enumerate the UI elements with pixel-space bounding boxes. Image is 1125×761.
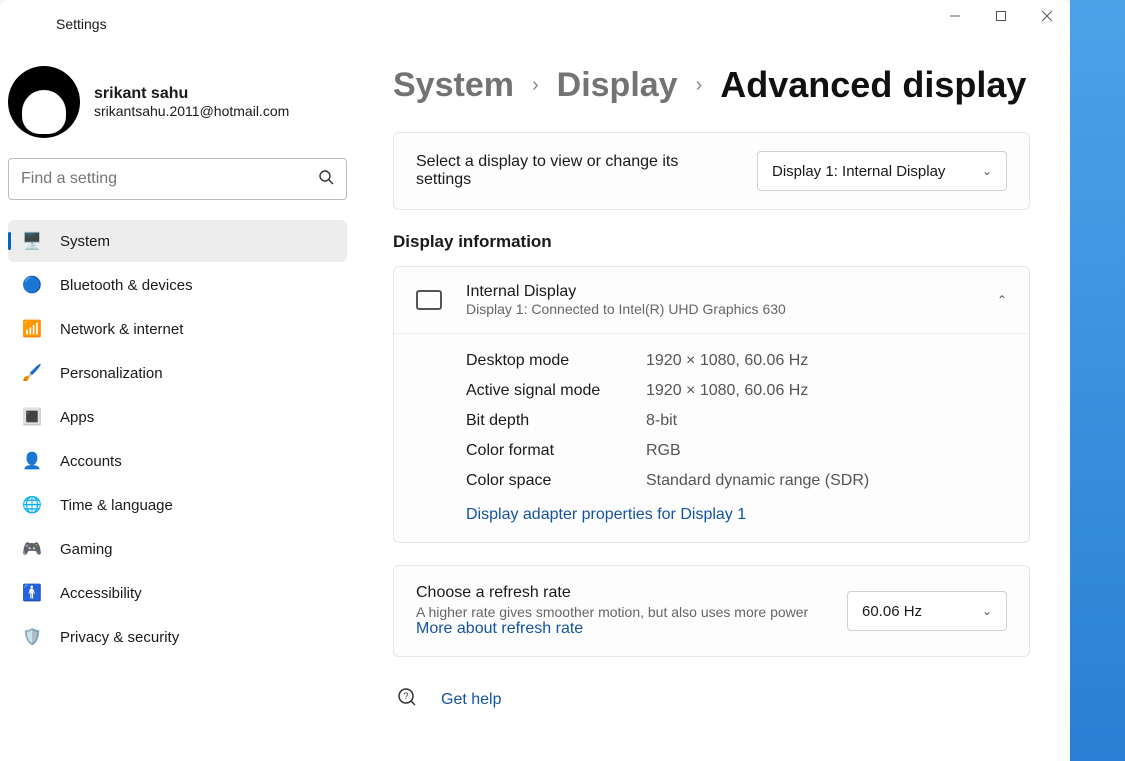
nav-icon: 🚹 [22, 583, 42, 603]
nav-icon: 🌐 [22, 495, 42, 515]
refresh-rate-value: 60.06 Hz [862, 603, 922, 620]
spec-key: Desktop mode [466, 352, 646, 370]
nav-label: Time & language [60, 497, 173, 514]
minimize-button[interactable] [932, 0, 978, 32]
nav-icon: 📶 [22, 319, 42, 339]
nav-item-system[interactable]: 🖥️ System [8, 220, 347, 262]
nav-label: System [60, 233, 110, 250]
nav-item-gaming[interactable]: 🎮 Gaming [8, 528, 347, 570]
spec-value: 1920 × 1080, 60.06 Hz [646, 382, 808, 400]
nav-label: Bluetooth & devices [60, 277, 193, 294]
maximize-button[interactable] [978, 0, 1024, 32]
nav-item-accessibility[interactable]: 🚹 Accessibility [8, 572, 347, 614]
chevron-up-icon: ⌃ [997, 293, 1007, 307]
search-input[interactable] [21, 170, 318, 188]
spec-row: Desktop mode1920 × 1080, 60.06 Hz [466, 346, 1007, 376]
spec-key: Bit depth [466, 412, 646, 430]
nav-item-personalization[interactable]: 🖌️ Personalization [8, 352, 347, 394]
nav-item-accounts[interactable]: 👤 Accounts [8, 440, 347, 482]
nav-label: Gaming [60, 541, 113, 558]
refresh-title: Choose a refresh rate [416, 584, 826, 602]
nav-label: Network & internet [60, 321, 183, 338]
refresh-description: A higher rate gives smoother motion, but… [416, 604, 826, 638]
nav-icon: 👤 [22, 451, 42, 471]
refresh-more-link[interactable]: More about refresh rate [416, 620, 583, 638]
section-heading: Display information [393, 232, 1030, 252]
nav-icon: 🖌️ [22, 363, 42, 383]
nav-icon: 🛡️ [22, 627, 42, 647]
spec-key: Active signal mode [466, 382, 646, 400]
display-select-dropdown[interactable]: Display 1: Internal Display ⌄ [757, 151, 1007, 191]
spec-key: Color space [466, 472, 646, 490]
nav-label: Accounts [60, 453, 122, 470]
spec-value: Standard dynamic range (SDR) [646, 472, 869, 490]
spec-row: Bit depth8-bit [466, 406, 1007, 436]
spec-value: RGB [646, 442, 681, 460]
chevron-down-icon: ⌄ [982, 164, 992, 178]
nav-label: Privacy & security [60, 629, 179, 646]
monitor-icon [416, 290, 442, 310]
get-help-row: ? Get help [393, 679, 1030, 720]
spec-value: 8-bit [646, 412, 677, 430]
adapter-properties-link[interactable]: Display adapter properties for Display 1 [466, 506, 746, 524]
nav-icon: 🖥️ [22, 231, 42, 251]
display-info-header[interactable]: Internal Display Display 1: Connected to… [394, 267, 1029, 334]
avatar [8, 66, 80, 138]
nav-label: Apps [60, 409, 94, 426]
nav-label: Personalization [60, 365, 163, 382]
nav-item-bluetooth-devices[interactable]: 🔵 Bluetooth & devices [8, 264, 347, 306]
get-help-link[interactable]: Get help [441, 691, 501, 709]
nav-icon: 🔳 [22, 407, 42, 427]
display-select-label: Select a display to view or change its s… [416, 153, 716, 189]
search-icon [318, 169, 334, 190]
svg-text:?: ? [404, 691, 409, 701]
display-info-title: Internal Display [466, 283, 973, 301]
user-profile[interactable]: srikant sahu srikantsahu.2011@hotmail.co… [8, 56, 347, 152]
refresh-rate-dropdown[interactable]: 60.06 Hz ⌄ [847, 591, 1007, 631]
user-name: srikant sahu [94, 85, 289, 103]
nav-item-privacy-security[interactable]: 🛡️ Privacy & security [8, 616, 347, 658]
search-box[interactable] [8, 158, 347, 200]
chevron-right-icon: › [532, 74, 539, 97]
user-email: srikantsahu.2011@hotmail.com [94, 103, 289, 119]
crumb-display[interactable]: Display [557, 66, 678, 105]
spec-value: 1920 × 1080, 60.06 Hz [646, 352, 808, 370]
spec-key: Color format [466, 442, 646, 460]
chevron-down-icon: ⌄ [982, 604, 992, 618]
help-icon: ? [397, 687, 417, 712]
display-select-value: Display 1: Internal Display [772, 163, 945, 180]
spec-row: Color spaceStandard dynamic range (SDR) [466, 466, 1007, 496]
nav-icon: 🔵 [22, 275, 42, 295]
spec-row: Active signal mode1920 × 1080, 60.06 Hz [466, 376, 1007, 406]
breadcrumb: System › Display › Advanced display [393, 64, 1030, 106]
spec-row: Color formatRGB [466, 436, 1007, 466]
chevron-right-icon: › [696, 74, 703, 97]
crumb-system[interactable]: System [393, 66, 514, 105]
nav-item-network-internet[interactable]: 📶 Network & internet [8, 308, 347, 350]
close-button[interactable] [1024, 0, 1070, 32]
nav-icon: 🎮 [22, 539, 42, 559]
display-info-subtitle: Display 1: Connected to Intel(R) UHD Gra… [466, 301, 973, 317]
nav-item-time-language[interactable]: 🌐 Time & language [8, 484, 347, 526]
nav-item-apps[interactable]: 🔳 Apps [8, 396, 347, 438]
nav-label: Accessibility [60, 585, 142, 602]
crumb-current: Advanced display [720, 64, 1026, 106]
app-title: Settings [56, 16, 107, 32]
